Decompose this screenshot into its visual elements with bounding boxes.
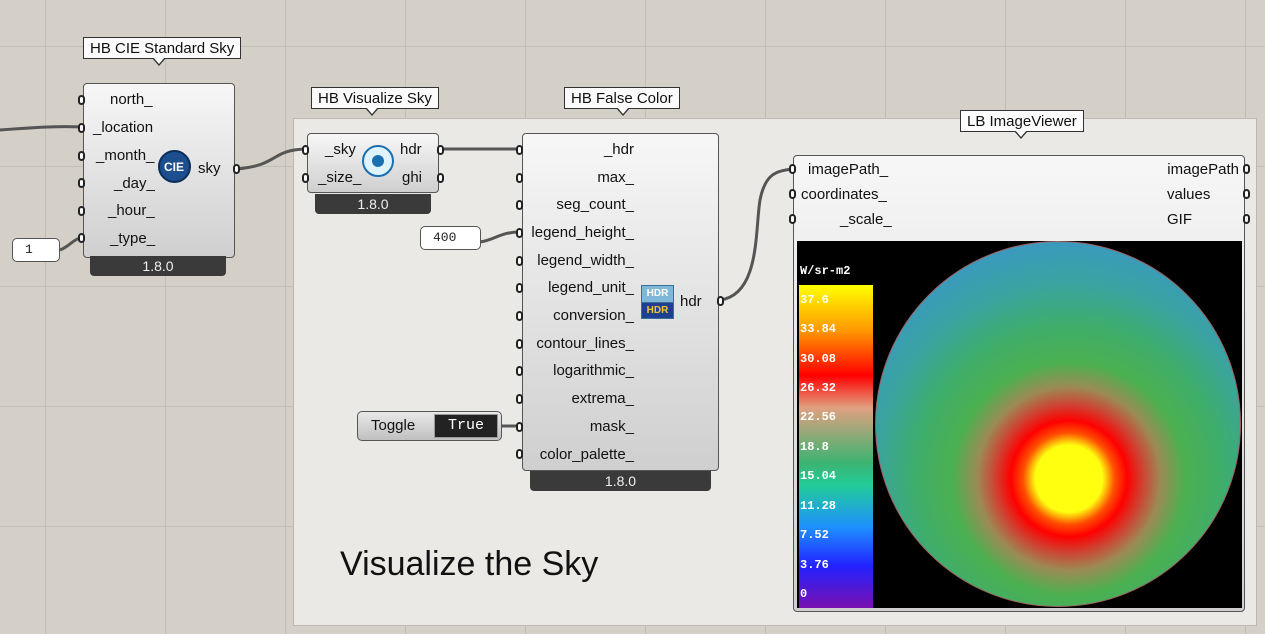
legend-title: W/sr-m2 [800,264,851,278]
cie-port-type[interactable] [78,233,85,243]
fc-port-legend-unit[interactable] [516,283,523,293]
false-color-version: 1.8.0 [530,471,711,491]
iv-input-scale: _scale_ [840,211,892,228]
fc-port-seg-count[interactable] [516,200,523,210]
fc-port-max[interactable] [516,173,523,183]
legend-label: 37.6 [800,293,829,307]
cie-input-location: _location [93,119,154,136]
fc-output-hdr: hdr [680,293,702,310]
cie-sky-tag-label: HB CIE Standard Sky [90,40,235,57]
iv-port-scale[interactable] [789,214,796,224]
fc-input-color-palette: color_palette_ [539,446,634,463]
cie-input-north: north_ [110,91,153,108]
iv-input-coordinates: coordinates_ [801,186,887,203]
vs-output-ghi: ghi [402,169,423,186]
fc-input-conversion: conversion_ [553,307,634,324]
toggle-value[interactable]: True [434,414,498,438]
iv-port-values-out[interactable] [1243,189,1250,199]
legend-label: 7.52 [800,528,829,542]
legend-label: 22.56 [800,410,837,424]
cie-sky-version: 1.8.0 [90,256,226,276]
fc-input-max: max_ [597,169,634,186]
cie-port-sky-out[interactable] [233,164,240,174]
cie-port-location[interactable] [78,123,85,133]
cie-sky-tag: HB CIE Standard Sky [83,37,242,66]
iv-port-image-path[interactable] [789,164,796,174]
legend-height-number-slider[interactable]: 400 [420,226,481,250]
cie-input-type: _type_ [110,230,156,247]
fc-port-extrema[interactable] [516,394,523,404]
vs-port-size[interactable] [302,173,309,183]
toggle-label: Toggle [371,417,416,434]
cie-input-hour: _hour_ [108,202,155,219]
cie-port-hour[interactable] [78,206,85,216]
fc-port-legend-height[interactable] [516,228,523,238]
fc-port-color-palette[interactable] [516,449,523,459]
fc-input-extrema: extrema_ [571,390,634,407]
iv-port-image-path-out[interactable] [1243,164,1250,174]
iv-output-gif: GIF [1167,211,1192,228]
eye-icon [362,145,394,177]
vs-port-hdr-out[interactable] [437,145,444,155]
false-color-tag-label: HB False Color [571,90,673,107]
false-color-tag: HB False Color [564,87,680,116]
image-viewer-tag: LB ImageViewer [960,110,1084,139]
fc-input-legend-unit: legend_unit_ [548,279,634,296]
iv-port-coordinates[interactable] [789,189,796,199]
vs-port-ghi-out[interactable] [437,173,444,183]
visualize-sky-version: 1.8.0 [315,194,431,214]
sky-dome-false-color-image [875,241,1241,607]
wire-legend-height [479,230,521,244]
fc-input-legend-height: legend_height_ [531,224,634,241]
cie-input-day: _day_ [114,175,155,192]
visualize-sky-tag-label: HB Visualize Sky [318,90,432,107]
cie-input-month: _month_ [96,147,155,164]
fc-input-legend-width: legend_width_ [537,252,634,269]
fc-input-logarithmic: logarithmic_ [553,362,634,379]
fc-port-mask[interactable] [516,422,523,432]
type-number-slider[interactable]: 1 [12,238,60,262]
vs-input-size: _size_ [318,169,362,186]
cie-sky-icon: CIE [158,150,191,183]
cie-port-day[interactable] [78,178,85,188]
vs-output-hdr: hdr [400,141,422,158]
legend-label: 33.84 [800,322,837,336]
legend-label: 26.32 [800,381,837,395]
iv-output-values: values [1167,186,1211,203]
legend-label: 3.76 [800,558,829,572]
legend-label: 0 [800,587,808,601]
vs-port-sky[interactable] [302,145,309,155]
mask-toggle[interactable]: Toggle True [357,411,502,441]
image-viewer-tag-label: LB ImageViewer [967,113,1077,130]
iv-output-image-path: imagePath [1167,161,1239,178]
fc-port-hdr[interactable] [516,145,523,155]
fc-input-seg-count: seg_count_ [556,196,634,213]
legend-label: 30.08 [800,352,837,366]
fc-input-mask: mask_ [589,418,634,435]
wire-sky [236,147,307,171]
cie-output-sky: sky [198,160,221,177]
legend-label: 15.04 [800,469,837,483]
vs-input-sky: _sky [325,141,356,158]
fc-port-contour-lines[interactable] [516,339,523,349]
cie-port-month[interactable] [78,151,85,161]
wire-image-path [719,167,796,302]
legend-label: 11.28 [800,499,837,513]
iv-input-image-path: imagePath_ [808,161,889,178]
fc-port-legend-width[interactable] [516,256,523,266]
fc-port-logarithmic[interactable] [516,366,523,376]
fc-port-hdr-out[interactable] [717,296,724,306]
fc-port-conversion[interactable] [516,311,523,321]
iv-port-gif-out[interactable] [1243,214,1250,224]
wire-location [0,125,83,132]
cie-port-north[interactable] [78,95,85,105]
hdr-icon: HDR HDR [641,285,674,319]
visualize-sky-tag: HB Visualize Sky [311,87,439,116]
fc-input-contour-lines: contour_lines_ [536,335,634,352]
legend-label: 18.8 [800,440,829,454]
sky-image-preview: W/sr-m2 37.6 33.84 30.08 26.32 22.56 18.… [797,241,1242,608]
fc-input-hdr: _hdr [603,141,634,158]
